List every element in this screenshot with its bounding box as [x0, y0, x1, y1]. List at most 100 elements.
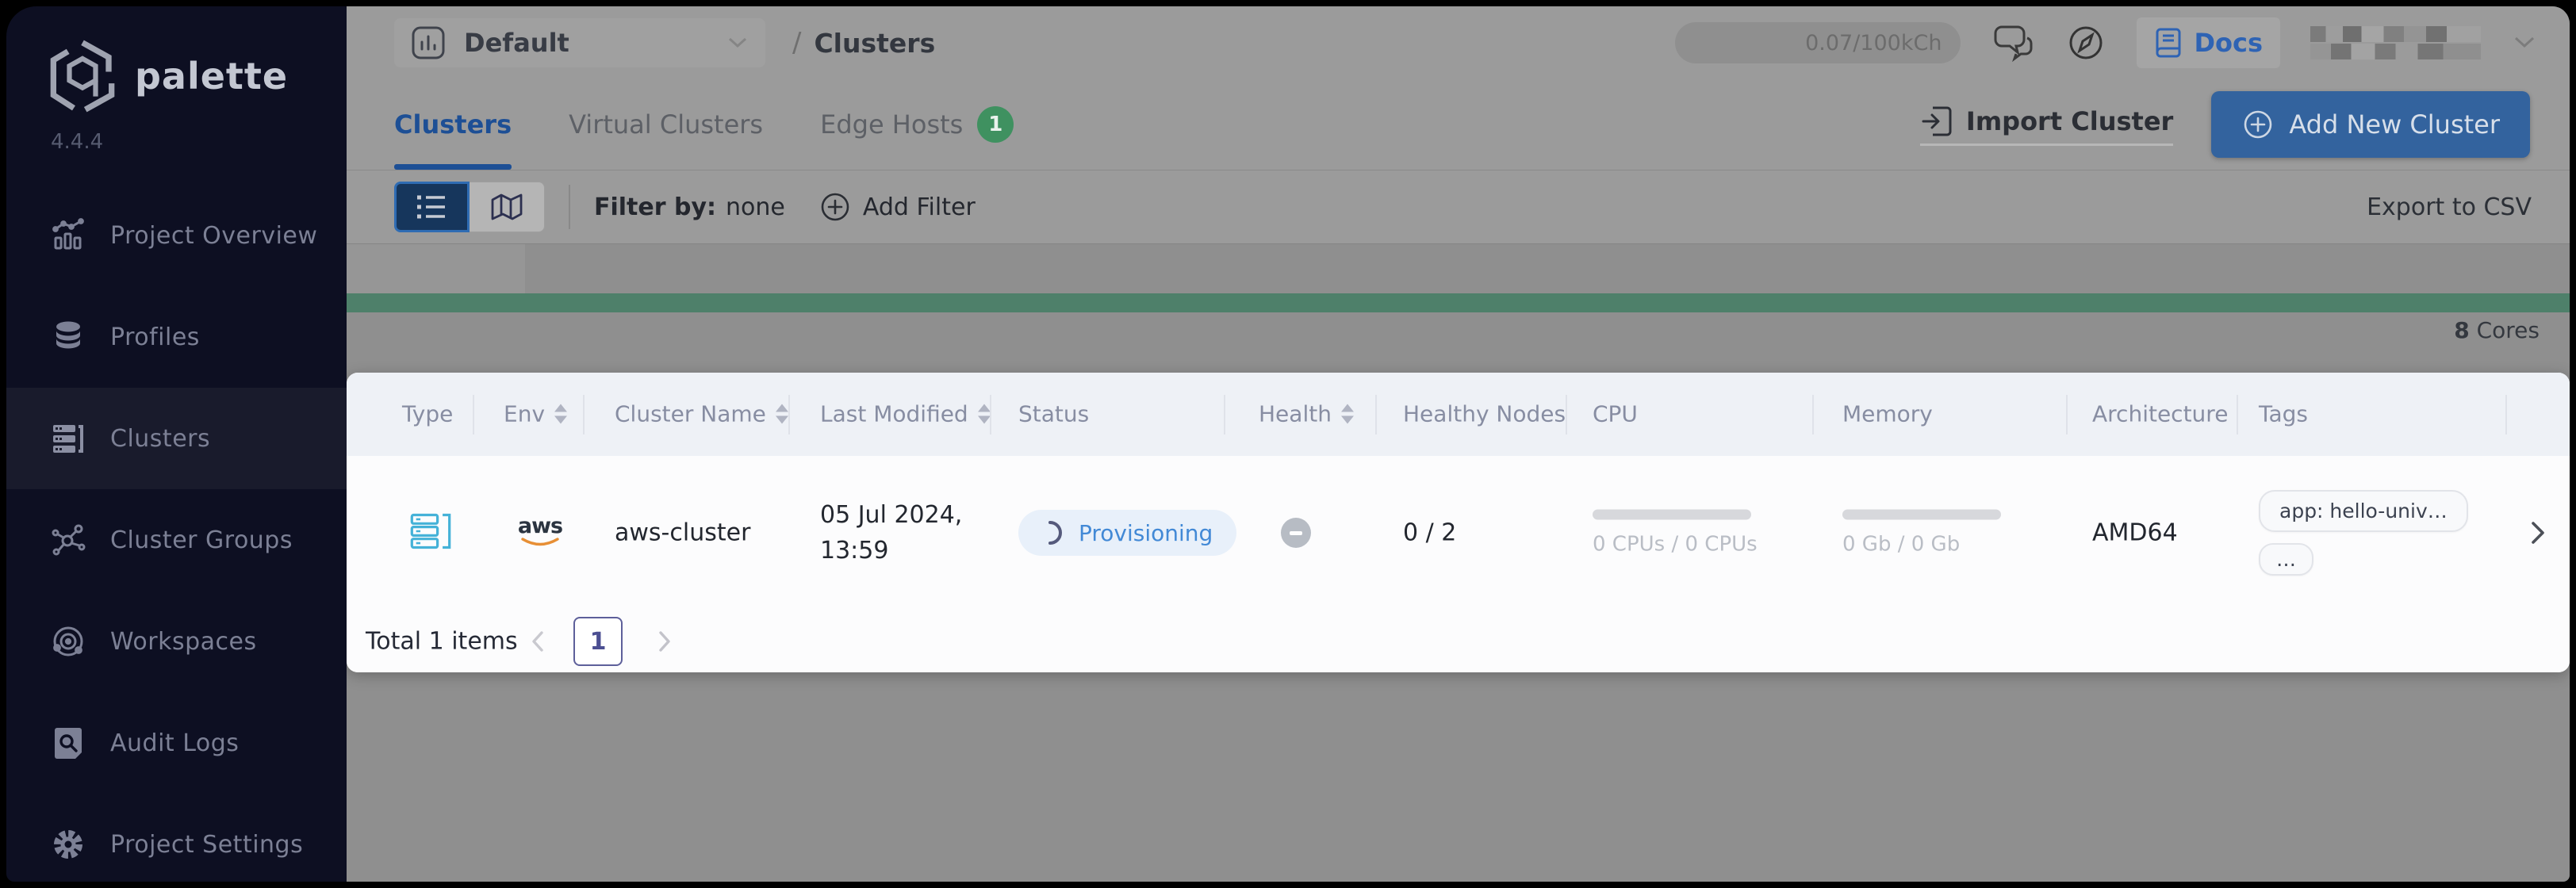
view-toggle	[394, 182, 545, 232]
chat-icon[interactable]	[1991, 22, 2035, 63]
column-divider	[990, 395, 991, 434]
export-to-csv-button[interactable]: Export to CSV	[2367, 193, 2532, 221]
map-view-button[interactable]	[470, 182, 545, 232]
cluster-name-cell: aws-cluster	[615, 519, 751, 547]
pagination-prev-icon[interactable]	[527, 628, 548, 655]
pagination-next-icon[interactable]	[654, 628, 675, 655]
user-name-redacted[interactable]	[2310, 25, 2481, 60]
tab-label: Edge Hosts	[820, 109, 964, 140]
cores-unit: Cores	[2476, 317, 2540, 343]
project-selector[interactable]: Default	[394, 18, 765, 67]
column-divider	[473, 395, 474, 434]
tag-pill[interactable]: app: hello-univ…	[2259, 490, 2468, 532]
edge-hosts-count-badge: 1	[977, 106, 1014, 143]
top-bar-right: 0.07/100kCh Docs	[1675, 17, 2538, 68]
column-divider	[2066, 395, 2068, 434]
sidebar-item-label: Project Settings	[110, 830, 304, 859]
project-selector-value: Default	[464, 28, 569, 58]
last-modified-date: 05 Jul 2024,	[820, 501, 963, 529]
memory-usage-label: 0 Gb / 0 Gb	[1842, 532, 1961, 557]
sidebar-item-label: Cluster Groups	[110, 526, 293, 554]
breadcrumb-current: Clusters	[814, 27, 936, 59]
column-header-cluster-name[interactable]: Cluster Name	[615, 401, 788, 427]
status-label: Provisioning	[1079, 519, 1213, 546]
sidebar-item-cluster-groups[interactable]: Cluster Groups	[6, 489, 347, 591]
sidebar-item-project-overview[interactable]: Project Overview	[6, 185, 347, 286]
cluster-row[interactable]: aws aws-cluster 05 Jul 2024, 13:59 Provi…	[347, 456, 2570, 610]
add-new-cluster-label: Add New Cluster	[2289, 109, 2500, 140]
sidebar-nav: Project Overview Profiles Clusters Clust…	[6, 185, 347, 882]
tags-cell: app: hello-univ… …	[2259, 490, 2468, 576]
compass-icon[interactable]	[2065, 22, 2106, 63]
sidebar-item-label: Clusters	[110, 424, 211, 453]
import-cluster-button[interactable]: Import Cluster	[1919, 104, 2174, 146]
palette-logo[interactable]: palette	[48, 38, 288, 114]
column-divider	[583, 395, 585, 434]
tabs-bar: Clusters Virtual Clusters Edge Hosts 1 I…	[347, 79, 2570, 170]
aws-wordmark: aws	[517, 514, 563, 538]
sidebar-item-workspaces[interactable]: Workspaces	[6, 591, 347, 692]
clusters-table: Type Env Cluster Name Last Modified Stat…	[347, 373, 2570, 672]
usage-pill[interactable]: 0.07/100kCh	[1675, 22, 1961, 63]
last-modified-time: 13:59	[820, 537, 889, 565]
list-view-icon	[416, 195, 445, 219]
healthy-nodes-cell: 0 / 2	[1403, 519, 1457, 547]
docs-label: Docs	[2194, 28, 2263, 58]
row-expand-chevron-icon[interactable]	[2526, 517, 2550, 549]
brand-name: palette	[135, 55, 289, 98]
column-header-last-modified[interactable]: Last Modified	[820, 401, 991, 427]
chevron-down-icon	[728, 37, 747, 48]
palette-hexagon-icon	[50, 40, 115, 113]
column-header-type: Type	[402, 400, 454, 427]
plus-circle-icon	[2244, 110, 2272, 139]
column-divider	[2505, 395, 2507, 434]
database-icon	[56, 321, 80, 349]
chart-icon	[52, 218, 84, 250]
export-to-csv-label: Export to CSV	[2367, 193, 2532, 221]
table-footer: Total 1 items 1	[347, 610, 2570, 672]
docs-button[interactable]: Docs	[2137, 17, 2280, 68]
project-scope-icon	[412, 26, 445, 59]
tabs: Clusters Virtual Clusters Edge Hosts 1	[394, 79, 1014, 170]
filter-bar: Filter by: none Add Filter Export to CSV	[347, 170, 2570, 244]
column-header-health[interactable]: Health	[1259, 401, 1354, 427]
tab-actions: Import Cluster Add New Cluster	[1919, 79, 2530, 170]
user-menu-chevron-icon[interactable]	[2511, 34, 2538, 52]
sidebar-item-clusters[interactable]: Clusters	[6, 388, 347, 489]
map-view-icon	[491, 193, 523, 220]
workspaces-icon	[53, 626, 83, 656]
import-icon	[1922, 106, 1952, 136]
column-header-cpu: CPU	[1593, 400, 1638, 427]
tab-label: Virtual Clusters	[569, 109, 764, 140]
tab-clusters[interactable]: Clusters	[394, 79, 512, 170]
list-view-button[interactable]	[394, 182, 470, 232]
tag-overflow-pill[interactable]: …	[2259, 543, 2313, 576]
filter-by-label: Filter by:	[594, 193, 717, 221]
filter-by-value: none	[726, 193, 785, 221]
sidebar-item-project-settings[interactable]: Project Settings	[6, 794, 347, 882]
env-aws-logo: aws	[516, 514, 564, 549]
sidebar-item-audit-logs[interactable]: Audit Logs	[6, 692, 347, 794]
health-unknown-icon	[1281, 518, 1311, 548]
provisioning-spinner-icon	[1048, 521, 1062, 545]
health-cell	[1281, 518, 1311, 548]
sidebar-item-profiles[interactable]: Profiles	[6, 286, 347, 388]
sidebar-item-label: Audit Logs	[110, 729, 240, 757]
tab-virtual-clusters[interactable]: Virtual Clusters	[569, 79, 763, 170]
cluster-type-icon	[410, 513, 451, 549]
gear-icon	[54, 830, 82, 859]
column-header-env[interactable]: Env	[504, 401, 568, 427]
cpu-cell: 0 CPUs / 0 CPUs	[1593, 509, 1758, 557]
add-new-cluster-button[interactable]: Add New Cluster	[2211, 91, 2530, 158]
import-cluster-label: Import Cluster	[1965, 105, 2174, 136]
column-divider	[1224, 395, 1225, 434]
plus-circle-icon	[821, 193, 849, 221]
usage-value: 0.07/100kCh	[1805, 30, 1942, 56]
book-icon	[2156, 28, 2181, 58]
column-header-status: Status	[1018, 400, 1090, 427]
breadcrumb-separator: /	[792, 27, 802, 59]
column-header-tags: Tags	[2259, 400, 2308, 427]
add-filter-button[interactable]: Add Filter	[818, 190, 976, 224]
tab-edge-hosts[interactable]: Edge Hosts 1	[820, 79, 1014, 170]
pagination-page-1[interactable]: 1	[573, 617, 623, 666]
